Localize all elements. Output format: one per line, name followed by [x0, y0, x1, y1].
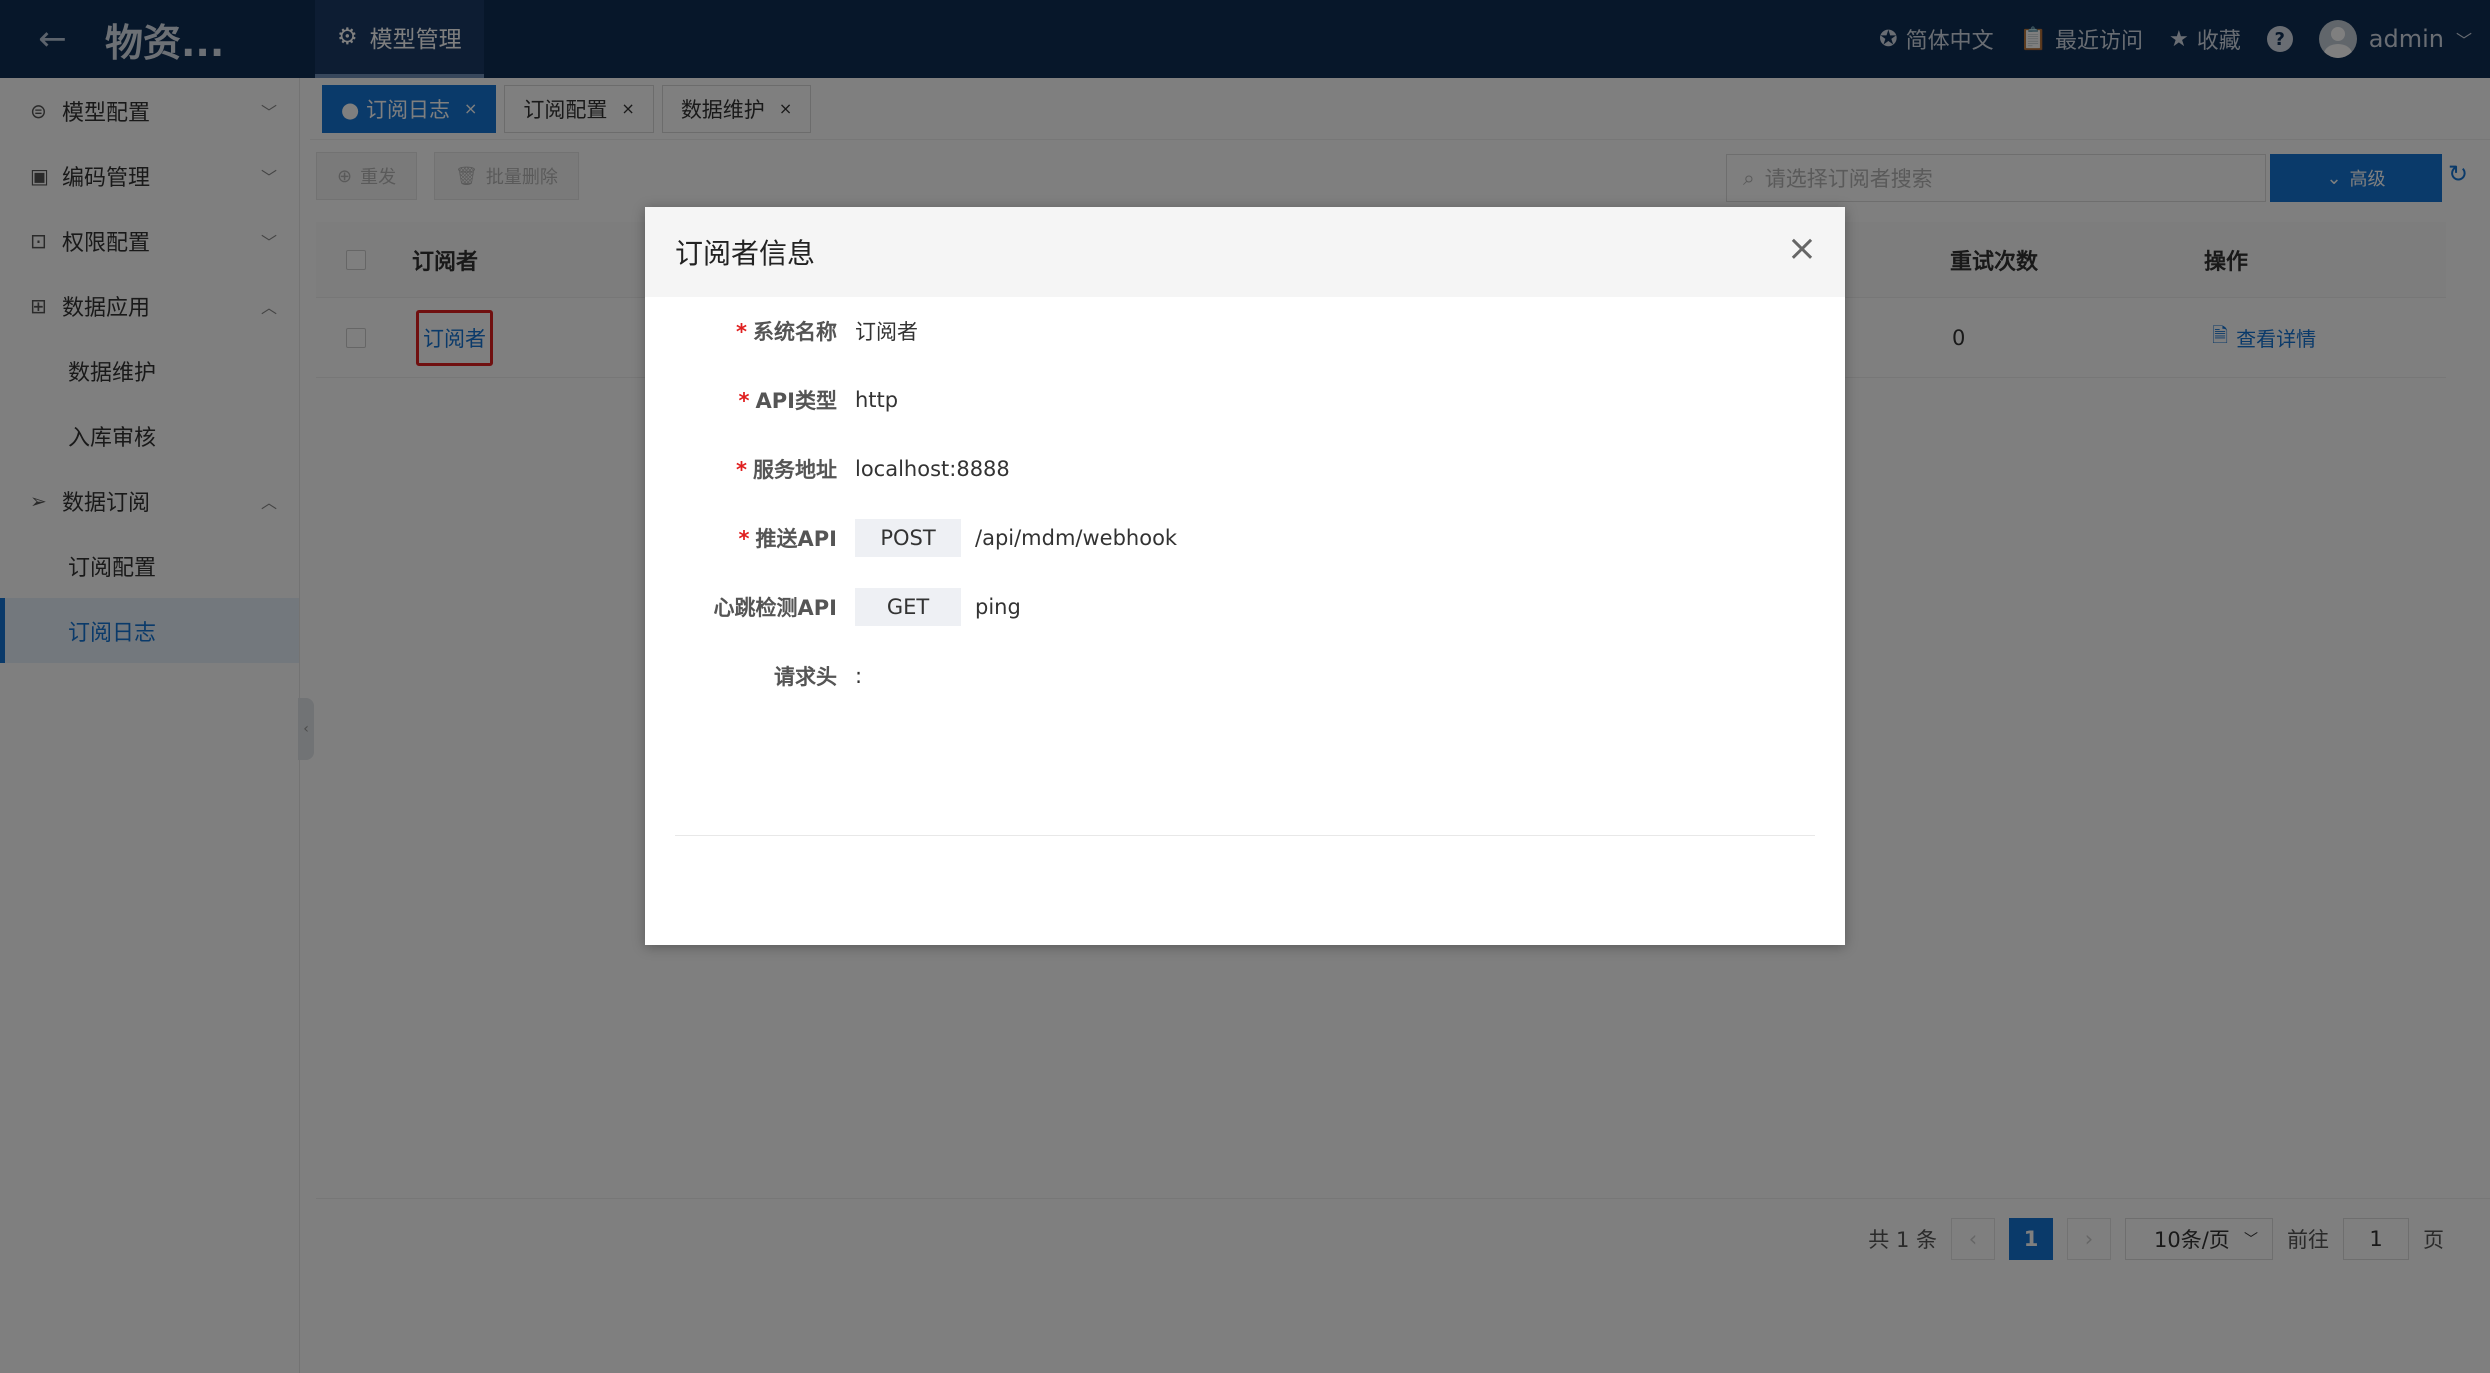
dialog-divider: [675, 835, 1815, 836]
heartbeat-api-path: ping: [975, 595, 1021, 619]
field-heartbeat-api: 心跳检测API GET ping: [645, 577, 1845, 637]
http-method-badge: GET: [855, 588, 961, 626]
field-label: * 推送API: [738, 527, 837, 551]
field-value: :: [855, 664, 863, 688]
field-label: * 服务地址: [736, 458, 837, 482]
field-system-name: * 系统名称 订阅者: [645, 301, 1845, 361]
field-value: 订阅者: [855, 320, 918, 344]
field-label: 请求头: [774, 665, 837, 689]
field-label: * 系统名称: [736, 320, 837, 344]
dialog-title: 订阅者信息: [675, 237, 816, 270]
field-value: localhost:8888: [855, 457, 1010, 481]
field-api-type: * API类型 http: [645, 370, 1845, 430]
field-value: http: [855, 388, 899, 412]
http-method-badge: POST: [855, 519, 961, 557]
field-label: 心跳检测API: [713, 596, 837, 620]
field-push-api: * 推送API POST /api/mdm/webhook: [645, 508, 1845, 568]
close-icon[interactable]: ×: [1787, 231, 1817, 267]
field-request-headers: 请求头 :: [645, 646, 1845, 706]
field-value: GET ping: [855, 588, 1021, 626]
field-service-url: * 服务地址 localhost:8888: [645, 439, 1845, 499]
push-api-path: /api/mdm/webhook: [975, 526, 1178, 550]
dialog-header: 订阅者信息 ×: [645, 207, 1845, 297]
subscriber-info-dialog: 订阅者信息 × * 系统名称 订阅者 * API类型 http * 服务地址 loca…: [645, 207, 1845, 945]
field-label: * API类型: [738, 389, 837, 413]
field-value: POST /api/mdm/webhook: [855, 519, 1177, 557]
